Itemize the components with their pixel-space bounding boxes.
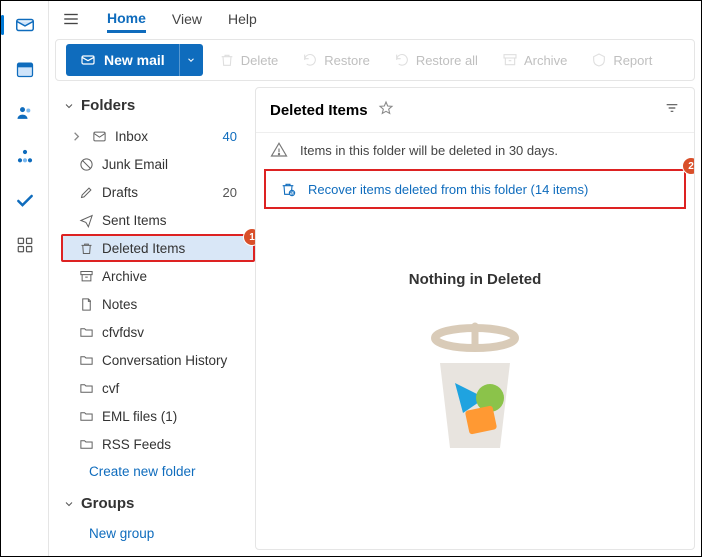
folder-sent[interactable]: Sent Items (61, 206, 255, 234)
folders-header[interactable]: Folders (61, 93, 255, 122)
warning-text: Items in this folder will be deleted in … (300, 143, 558, 158)
org-rail-icon[interactable] (13, 145, 37, 169)
new-mail-label: New mail (104, 52, 165, 68)
empty-title: Nothing in Deleted (409, 271, 542, 288)
tab-home[interactable]: Home (107, 6, 146, 33)
folder-eml-files[interactable]: EML files (1) (61, 402, 255, 430)
filter-icon[interactable] (664, 100, 680, 120)
tab-help[interactable]: Help (228, 7, 257, 31)
drafts-count: 20 (223, 185, 247, 200)
inbox-count: 40 (223, 129, 247, 144)
calendar-rail-icon[interactable] (13, 57, 37, 81)
callout-2: 2 (682, 157, 695, 175)
toolbar: New mail Delete Restore Restore all Arch… (55, 39, 695, 81)
folder-inbox[interactable]: Inbox 40 (61, 122, 255, 150)
create-new-folder-link[interactable]: Create new folder (61, 458, 255, 485)
folder-deleted[interactable]: Deleted Items 1 (61, 234, 255, 262)
retention-warning: Items in this folder will be deleted in … (256, 132, 694, 167)
restore-button[interactable]: Restore (294, 44, 378, 76)
folder-conversation-history[interactable]: Conversation History (61, 346, 255, 374)
recover-items-link[interactable]: Recover items deleted from this folder (… (264, 169, 686, 209)
empty-state: Nothing in Deleted (256, 211, 694, 549)
empty-illustration (405, 308, 545, 458)
todo-rail-icon[interactable] (13, 189, 37, 213)
folder-rss[interactable]: RSS Feeds (61, 430, 255, 458)
content-title: Deleted Items (270, 102, 368, 119)
warning-icon (270, 141, 288, 159)
new-mail-dropdown[interactable] (179, 44, 203, 76)
new-mail-button[interactable]: New mail (66, 44, 179, 76)
folder-junk[interactable]: Junk Email (61, 150, 255, 178)
folder-archive[interactable]: Archive (61, 262, 255, 290)
new-group-link[interactable]: New group (61, 520, 255, 547)
archive-button[interactable]: Archive (494, 44, 575, 76)
app-rail (1, 1, 49, 556)
content-pane: Deleted Items Items in this folder will … (255, 87, 695, 550)
star-icon[interactable] (378, 100, 394, 120)
groups-header[interactable]: Groups (61, 491, 255, 520)
folder-cvf[interactable]: cvf (61, 374, 255, 402)
tab-view[interactable]: View (172, 7, 202, 31)
mail-rail-icon[interactable] (13, 13, 37, 37)
delete-button[interactable]: Delete (211, 44, 287, 76)
people-rail-icon[interactable] (13, 101, 37, 125)
report-button[interactable]: Report (583, 44, 660, 76)
hamburger-icon[interactable] (61, 9, 81, 29)
folder-sidebar: Folders Inbox 40 Junk Email Drafts 20 Se… (49, 87, 255, 556)
recover-icon (280, 181, 296, 197)
callout-1: 1 (243, 228, 255, 246)
folder-notes[interactable]: Notes (61, 290, 255, 318)
top-tabs: Home View Help (49, 1, 701, 37)
folder-cfvfdsv[interactable]: cfvfdsv (61, 318, 255, 346)
folder-drafts[interactable]: Drafts 20 (61, 178, 255, 206)
apps-rail-icon[interactable] (13, 233, 37, 257)
restore-all-button[interactable]: Restore all (386, 44, 486, 76)
